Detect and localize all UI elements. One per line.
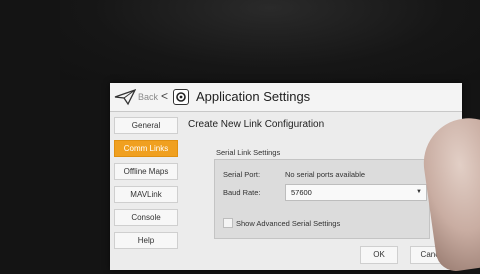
- content-title: Create New Link Configuration: [188, 119, 325, 130]
- qgc-app-icon: [173, 89, 189, 105]
- dropdown-arrow-icon: ▼: [416, 189, 422, 195]
- back-label[interactable]: Back: [138, 92, 158, 102]
- serial-port-label: Serial Port:: [223, 170, 261, 179]
- settings-sidebar: General Comm Links Offline Maps MAVLink …: [114, 113, 180, 270]
- baud-rate-label: Baud Rate:: [223, 188, 261, 197]
- chevron-left-icon[interactable]: <: [161, 89, 168, 103]
- page-title: Application Settings: [196, 89, 311, 104]
- sidebar-item-offline-maps[interactable]: Offline Maps: [114, 163, 178, 180]
- sidebar-item-console[interactable]: Console: [114, 209, 178, 226]
- app-window: Back < Application Settings General Comm…: [110, 83, 462, 270]
- sidebar-item-mavlink[interactable]: MAVLink: [114, 186, 178, 203]
- sidebar-item-help[interactable]: Help: [114, 232, 178, 249]
- ok-button[interactable]: OK: [360, 246, 398, 264]
- serial-port-value: No serial ports available: [285, 170, 366, 179]
- paper-plane-icon[interactable]: [114, 88, 136, 106]
- baud-rate-select[interactable]: 57600 ▼: [285, 184, 427, 201]
- show-advanced-checkbox[interactable]: [223, 218, 233, 228]
- baud-rate-value: 57600: [291, 188, 312, 197]
- section-title: Serial Link Settings: [216, 148, 281, 157]
- top-toolbar: Back < Application Settings: [110, 83, 462, 112]
- sidebar-item-general[interactable]: General: [114, 117, 178, 134]
- device-bezel: [60, 0, 480, 80]
- show-advanced-label[interactable]: Show Advanced Serial Settings: [236, 219, 340, 228]
- gear-icon: [176, 92, 186, 102]
- serial-settings-panel: Serial Port: No serial ports available B…: [214, 159, 430, 239]
- sidebar-item-comm-links[interactable]: Comm Links: [114, 140, 178, 157]
